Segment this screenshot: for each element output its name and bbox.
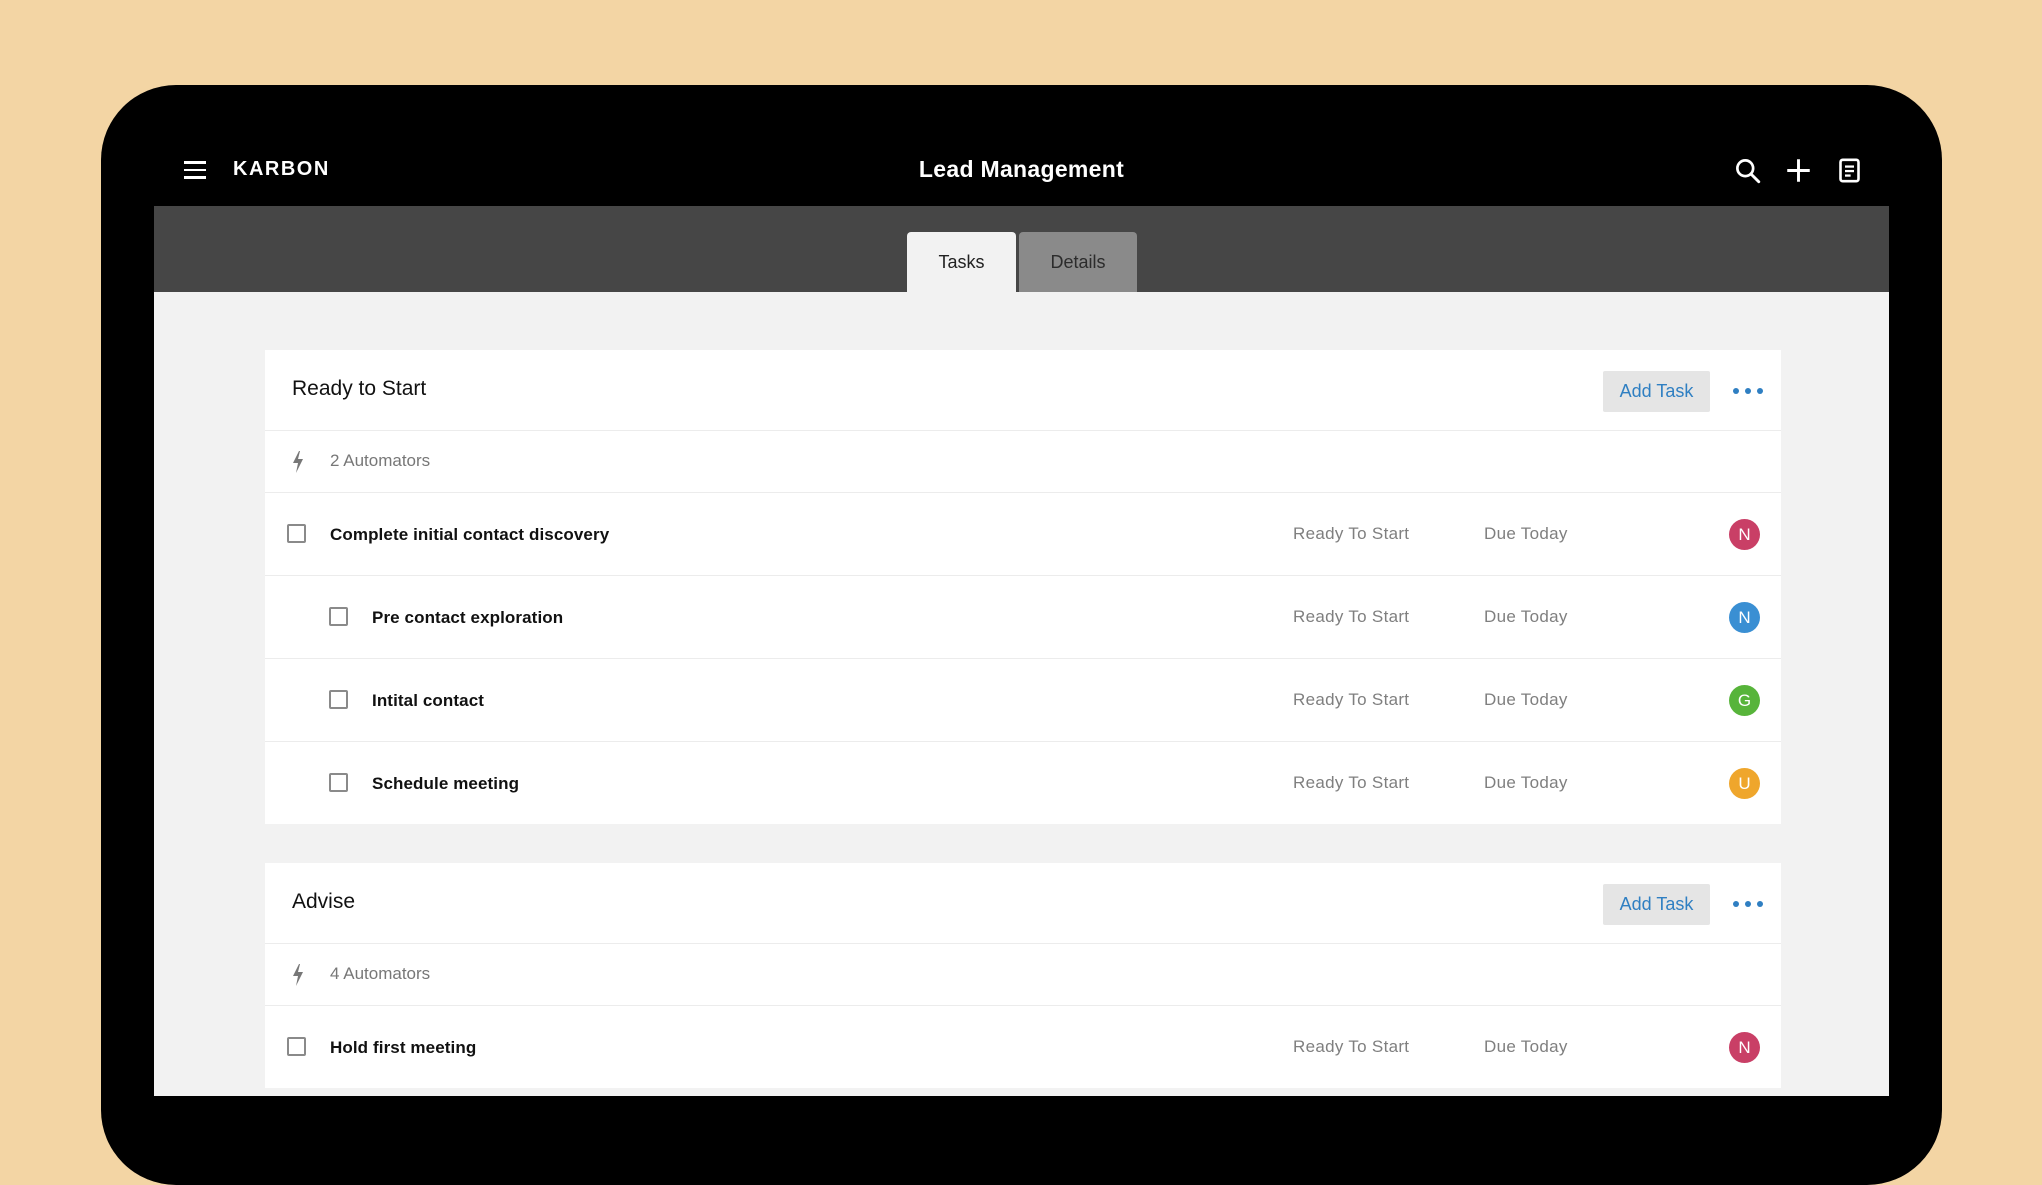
task-checkbox[interactable] — [287, 524, 306, 543]
assignee-avatar[interactable]: N — [1729, 519, 1760, 550]
lightning-bolt-icon — [293, 451, 303, 473]
task-row[interactable]: Intital contact Ready To Start Due Today… — [265, 659, 1781, 742]
stage-card-advise: Advise Add Task 4 Automators Hold first … — [265, 863, 1781, 1088]
task-name: Complete initial contact discovery — [330, 525, 610, 544]
task-checkbox[interactable] — [329, 607, 348, 626]
tab-details[interactable]: Details — [1019, 232, 1137, 292]
card-header: Ready to Start Add Task — [265, 350, 1781, 431]
stage-card-ready-to-start: Ready to Start Add Task 2 Automators Com… — [265, 350, 1781, 824]
automators-count: 2 Automators — [330, 451, 431, 470]
stage-title: Ready to Start — [292, 377, 427, 400]
assignee-avatar[interactable]: U — [1729, 768, 1760, 799]
search-icon[interactable] — [1734, 157, 1761, 184]
page-title: Lead Management — [918, 156, 1125, 182]
task-status: Ready To Start — [1293, 773, 1410, 792]
more-horizontal-icon[interactable] — [1733, 895, 1763, 913]
task-due-date: Due Today — [1484, 1037, 1568, 1056]
task-checkbox[interactable] — [287, 1037, 306, 1056]
card-header: Advise Add Task — [265, 863, 1781, 944]
task-status: Ready To Start — [1293, 607, 1410, 626]
assignee-avatar[interactable]: N — [1729, 1032, 1760, 1063]
task-checkbox[interactable] — [329, 773, 348, 792]
task-row[interactable]: Complete initial contact discovery Ready… — [265, 493, 1781, 576]
task-name: Intital contact — [372, 691, 485, 710]
top-bar: KARBON Lead Management — [154, 136, 1889, 206]
automators-count: 4 Automators — [330, 964, 431, 983]
top-actions — [1734, 157, 1863, 184]
task-name: Hold first meeting — [330, 1038, 477, 1057]
lightning-bolt-icon — [293, 964, 303, 986]
add-task-button[interactable]: Add Task — [1603, 884, 1710, 925]
task-due-date: Due Today — [1484, 524, 1568, 543]
app-screen: KARBON Lead Management Tasks Details Rea… — [154, 136, 1889, 1096]
plus-icon[interactable] — [1785, 157, 1812, 184]
more-horizontal-icon[interactable] — [1733, 382, 1763, 400]
automators-row[interactable]: 4 Automators — [265, 944, 1781, 1006]
task-due-date: Due Today — [1484, 690, 1568, 709]
main-content: Ready to Start Add Task 2 Automators Com… — [154, 292, 1889, 1096]
notes-icon[interactable] — [1836, 157, 1863, 184]
stage-title: Advise — [292, 890, 356, 913]
tab-bar: Tasks Details — [154, 206, 1889, 292]
task-due-date: Due Today — [1484, 607, 1568, 626]
task-checkbox[interactable] — [329, 690, 348, 709]
task-status: Ready To Start — [1293, 524, 1410, 543]
task-row[interactable]: Hold first meeting Ready To Start Due To… — [265, 1006, 1781, 1088]
task-name: Schedule meeting — [372, 774, 520, 793]
automators-row[interactable]: 2 Automators — [265, 431, 1781, 493]
task-status: Ready To Start — [1293, 690, 1410, 709]
task-row[interactable]: Pre contact exploration Ready To Start D… — [265, 576, 1781, 659]
task-status: Ready To Start — [1293, 1037, 1410, 1056]
task-row[interactable]: Schedule meeting Ready To Start Due Toda… — [265, 742, 1781, 824]
task-list: Hold first meeting Ready To Start Due To… — [265, 1006, 1781, 1088]
task-name: Pre contact exploration — [372, 608, 564, 627]
task-due-date: Due Today — [1484, 773, 1568, 792]
tab-tasks[interactable]: Tasks — [907, 232, 1016, 292]
add-task-button[interactable]: Add Task — [1603, 371, 1710, 412]
task-list: Complete initial contact discovery Ready… — [265, 493, 1781, 824]
assignee-avatar[interactable]: G — [1729, 685, 1760, 716]
assignee-avatar[interactable]: N — [1729, 602, 1760, 633]
